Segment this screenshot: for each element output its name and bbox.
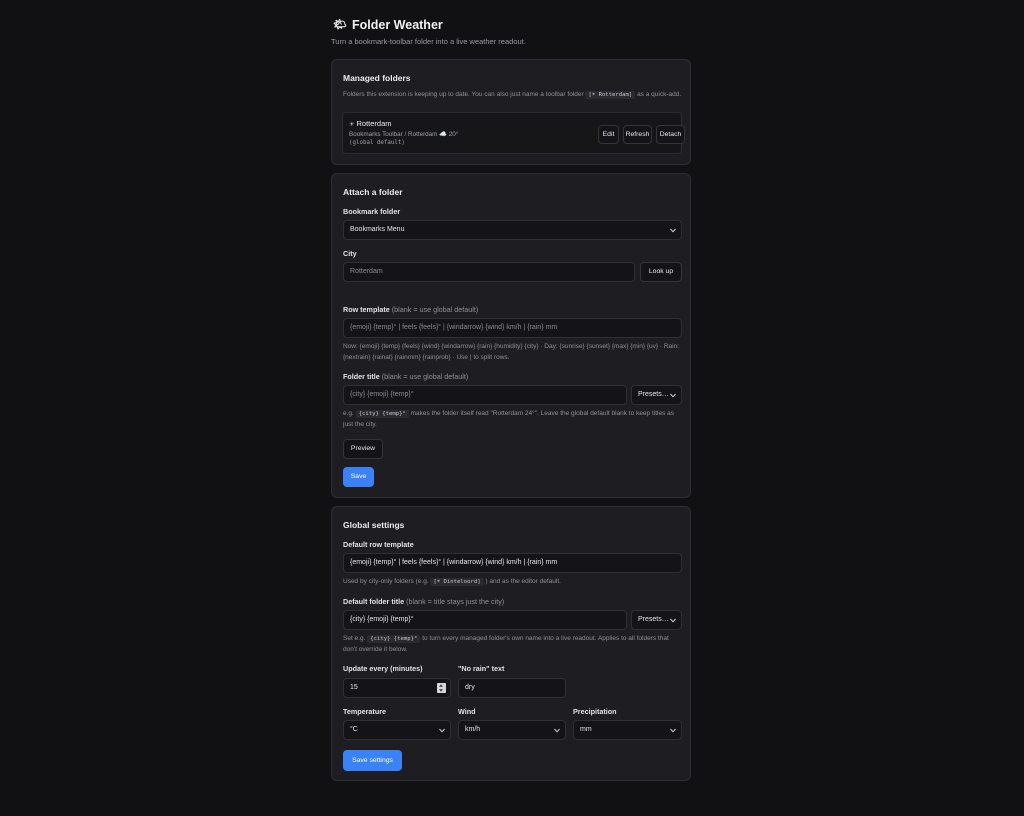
- bookmark-folder-label: Bookmark folder: [343, 207, 401, 216]
- folder-title-label: Folder title (blank = use global default…: [343, 372, 468, 381]
- chevron-down-icon: [439, 728, 445, 733]
- edit-folder-button[interactable]: Edit: [598, 125, 619, 144]
- managed-folders-title: Managed folders: [343, 73, 411, 83]
- folder-template: (global default): [349, 140, 405, 146]
- no-rain-text-input[interactable]: dry: [458, 678, 566, 698]
- quick-add-example-code: [☀ Rotterdam]: [585, 91, 636, 99]
- folder-title-label-text: Folder title: [343, 372, 380, 381]
- default-title-example-code: {city} {temp}°: [367, 635, 421, 643]
- wind-unit-label: Wind: [458, 707, 476, 716]
- default-row-help-start: Used by city-only folders (e.g.: [343, 578, 429, 585]
- default-row-template-help: Used by city-only folders (e.g. [☀ Dinte…: [343, 577, 683, 588]
- row-template-input[interactable]: {emoji} {temp}° | feels {feels}° | {wind…: [343, 318, 682, 338]
- folder-title-example-code: {city} {temp}°: [355, 410, 409, 418]
- update-interval-input[interactable]: 15: [343, 678, 451, 698]
- default-row-help-end: ) and as the editor default.: [485, 578, 561, 585]
- precipitation-unit-label: Precipitation: [573, 707, 617, 716]
- detach-folder-button[interactable]: Detach: [656, 125, 685, 144]
- managed-folders-help: Folders this extension is keeping up to …: [343, 90, 683, 101]
- folder-title-help-start: e.g.: [343, 410, 354, 417]
- chevron-down-icon: [554, 728, 560, 733]
- default-folder-title-label-text: Default folder title: [343, 597, 405, 606]
- preview-button[interactable]: Preview: [343, 439, 383, 459]
- row-template-help: Now: {emoji} {temp} {feels} {wind} {wind…: [343, 343, 680, 361]
- managed-help-text-end: as a quick-add.: [637, 91, 682, 98]
- wind-unit-value: km/h: [465, 726, 481, 733]
- no-rain-text-label: "No rain" text: [458, 664, 505, 673]
- city-only-example-code: [☀ Dinteloord]: [430, 578, 484, 586]
- global-settings-title: Global settings: [343, 520, 405, 530]
- bookmark-folder-select[interactable]: Bookmarks Menu: [343, 220, 682, 240]
- folder-title-presets-select[interactable]: Presets…: [631, 385, 682, 405]
- save-folder-button[interactable]: Save: [343, 467, 374, 487]
- sun-behind-cloud-icon: 🌤: [333, 19, 347, 31]
- number-stepper-icon[interactable]: [437, 683, 446, 693]
- default-title-presets-value: Presets…: [638, 616, 669, 623]
- save-settings-button[interactable]: Save settings: [343, 750, 402, 771]
- row-template-label-text: Row template: [343, 305, 390, 314]
- folder-name-row: ☀ Rotterdam: [349, 119, 392, 128]
- temperature-unit-value: °C: [350, 726, 358, 733]
- default-row-template-input[interactable]: {emoji} {temp}° | feels {feels}° | {wind…: [343, 553, 682, 573]
- sun-icon: ☀: [349, 122, 355, 128]
- bookmark-folder-value: Bookmarks Menu: [350, 226, 405, 233]
- chevron-down-icon: [670, 393, 676, 398]
- city-input[interactable]: Rotterdam: [343, 262, 635, 282]
- look-up-button[interactable]: Look up: [640, 262, 682, 282]
- default-folder-title-help: Set e.g. {city} {temp}° to turn every ma…: [343, 634, 683, 655]
- folder-title-input[interactable]: {city} {emoji} {temp}°: [343, 385, 627, 405]
- city-label: City: [343, 249, 357, 258]
- wind-unit-select[interactable]: km/h: [458, 720, 566, 740]
- default-title-presets-select[interactable]: Presets…: [631, 610, 682, 630]
- folder-name: Rotterdam: [356, 119, 392, 128]
- folder-title-help: e.g. {city} {temp}° makes the folder its…: [343, 409, 683, 430]
- folder-title-presets-value: Presets…: [638, 391, 669, 398]
- managed-folders-card: Managed folders Folders this extension i…: [331, 59, 691, 165]
- precipitation-unit-select[interactable]: mm: [573, 720, 682, 740]
- chevron-down-icon: [670, 728, 676, 733]
- managed-folder-item: ☀ Rotterdam Bookmarks Toolbar / Rotterda…: [342, 112, 685, 154]
- update-interval-label: Update every (minutes): [343, 664, 423, 673]
- app-subtitle: Turn a bookmark-toolbar folder into a li…: [331, 37, 526, 46]
- default-folder-title-input[interactable]: {city} {emoji} {temp}°: [343, 610, 627, 630]
- folder-title-hint: (blank = use global default): [381, 372, 469, 381]
- app-title: Folder Weather: [352, 18, 443, 32]
- managed-help-text-start: Folders this extension is keeping up to …: [343, 91, 584, 98]
- default-title-help-start: Set e.g.: [343, 635, 366, 642]
- chevron-down-icon: [670, 618, 676, 623]
- folder-path: Bookmarks Toolbar / Rotterdam ☁️ 20°: [349, 131, 459, 138]
- temperature-unit-label: Temperature: [343, 707, 387, 716]
- row-template-hint: (blank = use global default): [391, 305, 479, 314]
- default-folder-title-hint: (blank = title stays just the city): [406, 597, 505, 606]
- refresh-folder-button[interactable]: Refresh: [623, 125, 652, 144]
- row-template-label: Row template (blank = use global default…: [343, 305, 478, 314]
- global-settings-card: Global settings Default row template {em…: [331, 506, 691, 781]
- update-interval-value: 15: [350, 684, 358, 691]
- default-folder-title-label: Default folder title (blank = title stay…: [343, 597, 504, 606]
- default-row-template-label: Default row template: [343, 540, 414, 549]
- temperature-unit-select[interactable]: °C: [343, 720, 451, 740]
- precipitation-unit-value: mm: [580, 726, 592, 733]
- app-header: 🌤 Folder Weather: [333, 17, 443, 33]
- attach-folder-title: Attach a folder: [343, 187, 403, 197]
- chevron-down-icon: [670, 228, 676, 233]
- attach-folder-card: Attach a folder Bookmark folder Bookmark…: [331, 173, 691, 498]
